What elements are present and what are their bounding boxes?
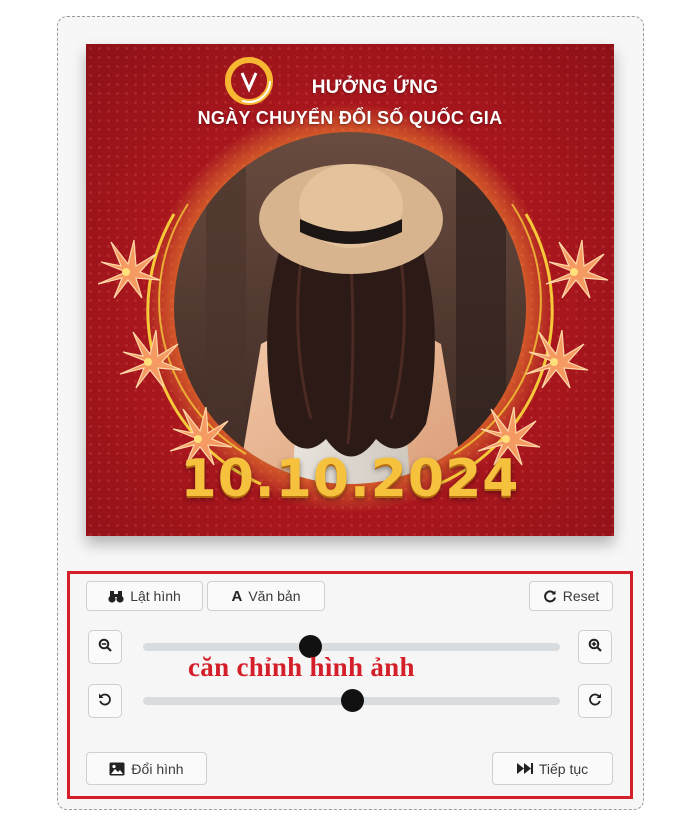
font-icon: A xyxy=(231,587,243,605)
avatar-frame-preview[interactable]: HƯỞNG ỨNG NGÀY CHUYỂN ĐỔI SỐ QUỐC GIA 10… xyxy=(86,44,614,536)
reset-button[interactable]: Reset xyxy=(529,581,613,611)
rotate-left-icon xyxy=(98,692,112,711)
rotate-right-icon xyxy=(588,692,602,711)
zoom-in-icon xyxy=(588,638,602,657)
flip-label: Lật hình xyxy=(130,588,181,604)
flip-button[interactable]: Lật hình xyxy=(86,581,203,611)
refresh-icon xyxy=(543,589,557,603)
frame-title-line2: NGÀY CHUYỂN ĐỔI SỐ QUỐC GIA xyxy=(197,108,503,128)
zoom-in-button[interactable] xyxy=(578,630,612,664)
rotate-right-button[interactable] xyxy=(578,684,612,718)
rotate-left-button[interactable] xyxy=(88,684,122,718)
change-image-button[interactable]: Đổi hình xyxy=(86,752,207,785)
rotate-slider-thumb[interactable] xyxy=(340,689,364,712)
instruction-annotation: căn chỉnh hình ảnh xyxy=(188,652,415,682)
change-image-label: Đổi hình xyxy=(131,760,184,777)
continue-button[interactable]: Tiếp tục xyxy=(492,752,613,785)
rotate-slider[interactable] xyxy=(143,689,560,712)
frame-title-line1: HƯỞNG ỨNG xyxy=(311,77,439,98)
zoom-out-icon xyxy=(98,638,112,657)
image-icon xyxy=(109,762,125,776)
fast-forward-icon xyxy=(516,763,533,774)
zoom-slider[interactable] xyxy=(143,635,560,658)
frame-date: 10.10.2024 xyxy=(180,449,520,509)
text-button[interactable]: A Văn bản xyxy=(207,581,325,611)
zoom-out-button[interactable] xyxy=(88,630,122,664)
binoculars-icon xyxy=(108,590,124,603)
continue-label: Tiếp tục xyxy=(538,760,589,777)
text-label: Văn bản xyxy=(248,588,301,604)
reset-label: Reset xyxy=(562,588,600,604)
